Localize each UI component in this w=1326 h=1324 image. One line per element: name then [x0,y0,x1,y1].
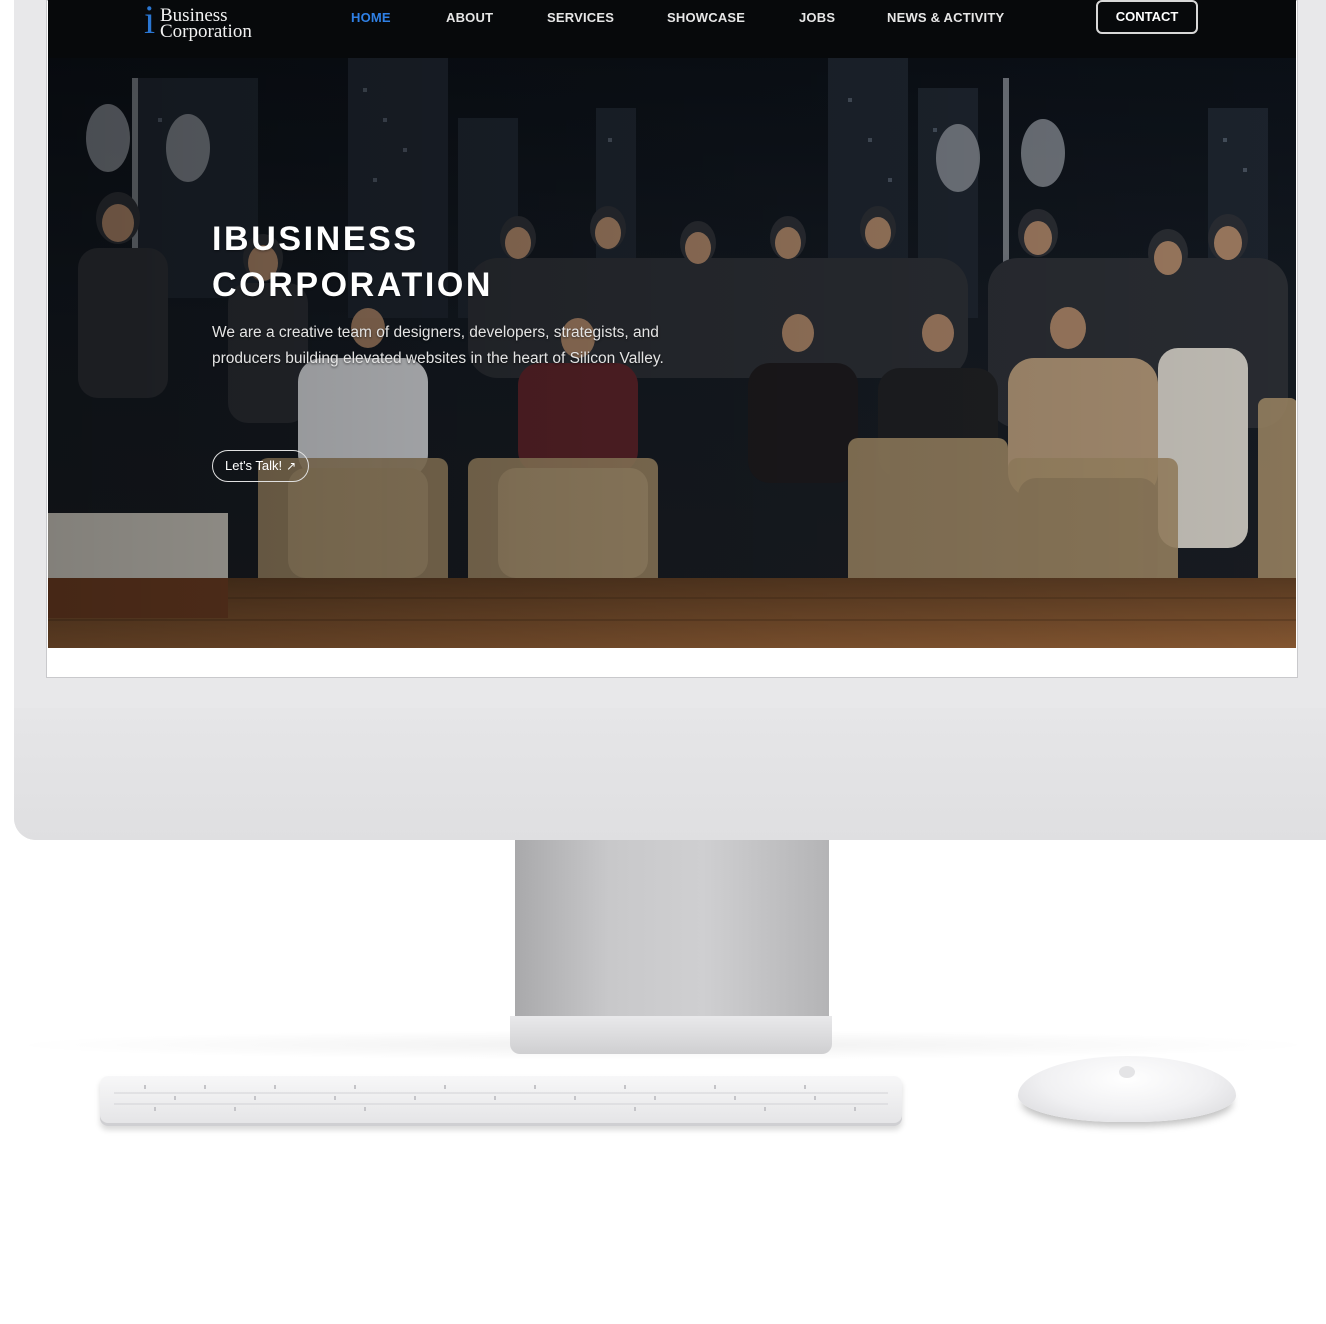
navbar: i Business Corporation HOME ABOUT SERVIC… [48,0,1296,58]
lets-talk-label: Let's Talk! [225,458,283,473]
keyboard [100,1076,902,1126]
nav-news-activity[interactable]: NEWS & ACTIVITY [887,10,1004,25]
monitor-stand-foot [510,1016,832,1054]
hero-subtitle: We are a creative team of designers, dev… [212,324,664,367]
hero-section: IBUSINESS CORPORATION We are a creative … [48,58,1296,648]
nav-jobs[interactable]: JOBS [799,10,835,25]
arrow-up-right-icon: ↗ [286,459,297,473]
mouse [1018,1056,1236,1122]
website: i Business Corporation HOME ABOUT SERVIC… [48,0,1296,648]
hero-text-block: IBUSINESS CORPORATION We are a creative … [212,216,732,372]
hero-title-line-2: CORPORATION [212,266,494,304]
contact-button[interactable]: CONTACT [1096,0,1198,34]
lets-talk-button[interactable]: Let's Talk! ↗ [212,450,310,482]
nav-home[interactable]: HOME [351,10,391,25]
hero-title: IBUSINESS CORPORATION [212,216,732,308]
keyboard-keys [114,1085,888,1111]
apple-logo-icon [1119,1066,1135,1078]
monitor-chin [14,708,1326,840]
hero-title-line-1: IBUSINESS [212,220,419,258]
monitor-stand [515,840,829,1018]
nav-about[interactable]: ABOUT [446,10,493,25]
nav-services[interactable]: SERVICES [547,10,614,25]
nav-showcase[interactable]: SHOWCASE [667,10,745,25]
